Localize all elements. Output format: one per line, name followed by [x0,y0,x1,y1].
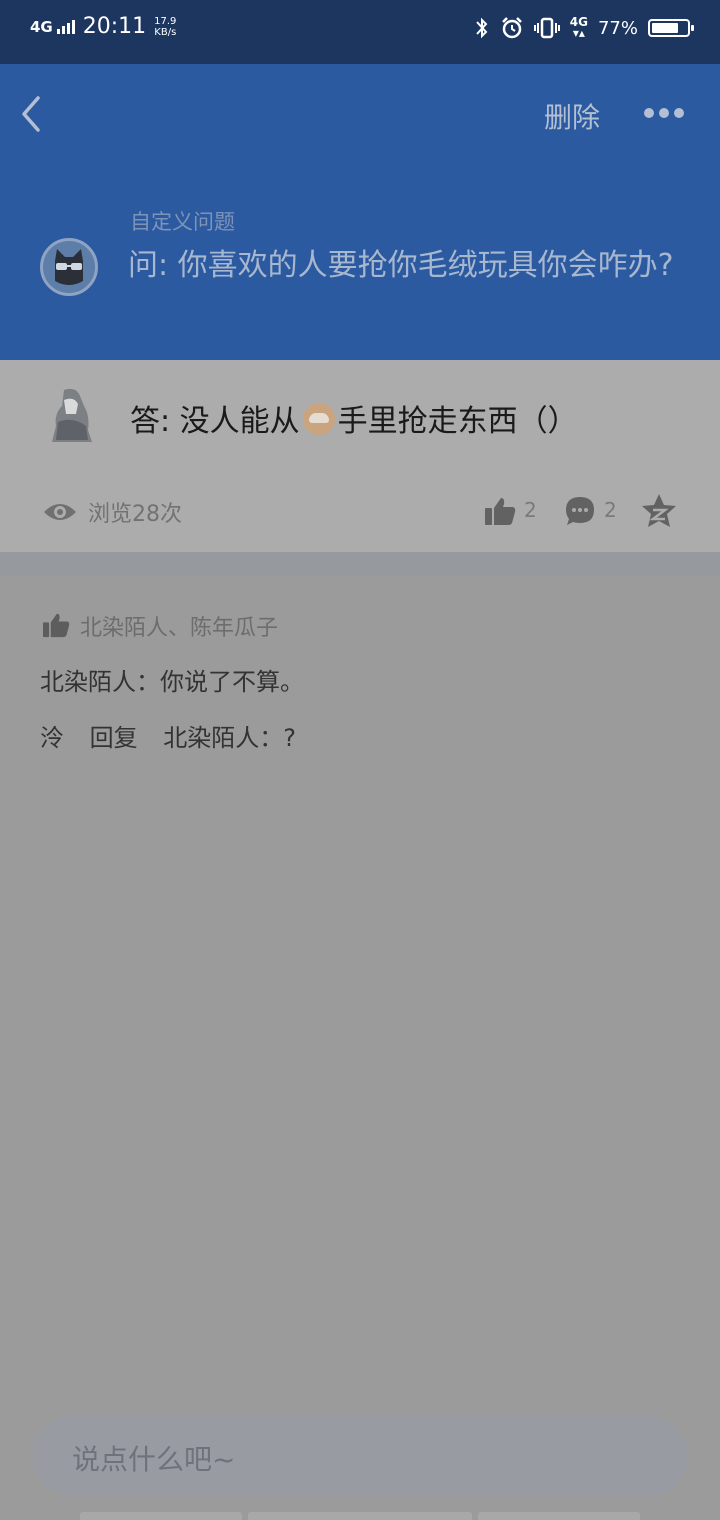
speed-value: 17.9 [154,15,177,27]
answer-section: 答: 没人能从 手里抢走东西（） 浏览28次 2 2 [0,360,720,552]
comment-item[interactable]: 北染陌人：你说了不算。 [40,662,304,697]
favorite-star-icon[interactable] [640,492,678,530]
cat-face-icon [55,249,83,285]
likers-thumbs-up-icon [43,613,70,638]
answerer-avatar[interactable] [46,386,100,444]
network-type-right: 4G [569,15,588,29]
question-category: 自定义问题 [130,210,235,234]
view-count: 浏览28次 [88,502,182,527]
vibrate-icon [533,17,560,39]
likers-list[interactable]: 北染陌人、陈年瓜子 [80,610,278,642]
data-indicator: 4G ▾▴ [569,15,588,40]
answer-text: 答: 没人能从 手里抢走东西（） [130,396,578,440]
reply-user: 泠 [40,724,64,752]
eye-icon [44,504,76,520]
comment-item-reply[interactable]: 泠 回复 北染陌人：? [40,718,314,753]
more-options-icon[interactable] [644,108,684,120]
comment-bubble-icon[interactable] [564,495,596,527]
question-header: 删除 自定义问题 问: 你喜欢的人要抢你毛绒玩具你会咋办? [0,64,720,360]
delete-button[interactable]: 删除 [544,96,600,136]
question-text: 问: 你喜欢的人要抢你毛绒玩具你会咋办? [128,248,674,283]
like-count: 2 [524,498,537,522]
bluetooth-icon [476,17,488,39]
network-speed: 17.9 KB/s [154,16,176,38]
comment-count: 2 [604,498,617,522]
clock: 20:11 [82,14,147,39]
speed-unit: KB/s [154,26,177,38]
reply-text: 北染陌人：? [163,724,297,752]
thumbs-up-icon[interactable] [484,496,516,526]
network-type: 4G [30,17,53,36]
battery-fill [652,23,679,33]
asker-avatar[interactable] [40,238,98,296]
old-man-emoji-icon [302,403,335,435]
battery-icon [648,19,694,37]
battery-percent: 77% [597,17,638,39]
comments-section: 北染陌人、陈年瓜子 北染陌人：你说了不算。 泠 回复 北染陌人：? [0,576,720,1416]
comment-input-placeholder: 说点什么吧~ [72,1443,236,1476]
back-arrow-icon[interactable] [18,94,48,134]
keyboard-edge [80,1512,640,1520]
status-right: 4G ▾▴ 77% [474,15,694,40]
reply-label: 回复 [89,724,138,752]
status-left: 4G 20:11 17.9 KB/s [30,14,176,39]
alarm-icon [501,17,522,39]
answer-text-end: 手里抢走东西（） [337,404,578,439]
signal-icon [55,19,75,34]
comment-input[interactable]: 说点什么吧~ [32,1416,688,1496]
status-bar: 4G 20:11 17.9 KB/s 4G ▾▴ 77% [0,0,720,64]
section-divider [0,552,720,576]
answer-text-start: 答: 没人能从 [130,404,300,439]
